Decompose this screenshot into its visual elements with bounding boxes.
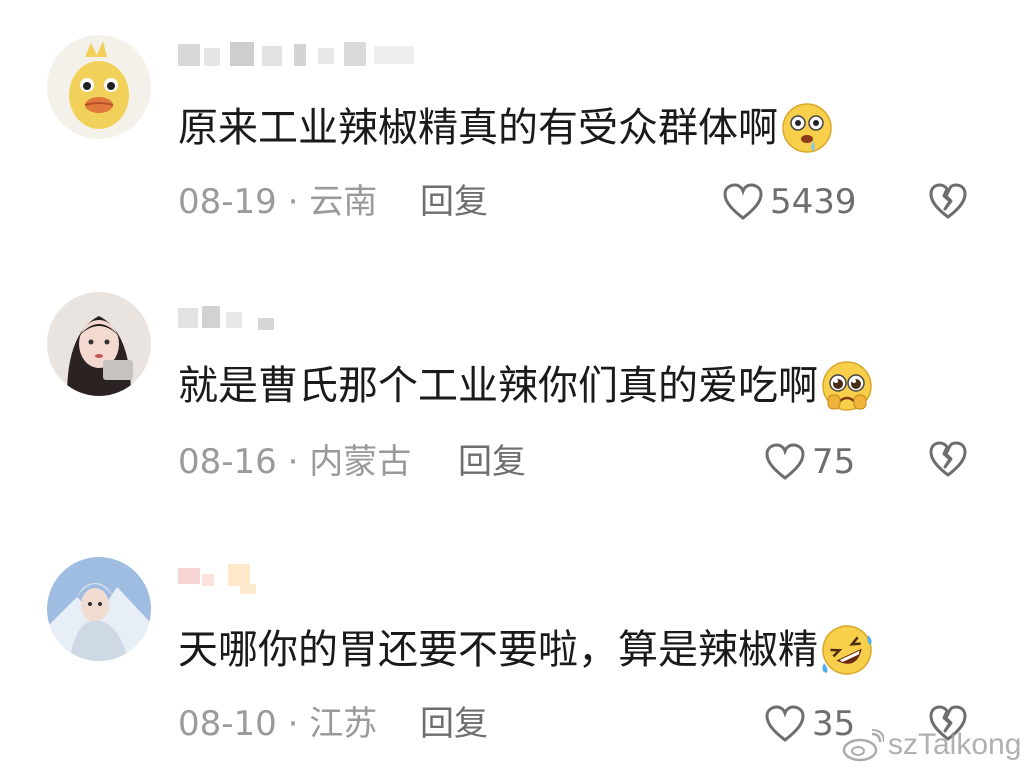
blurred-username[interactable] [178, 562, 298, 602]
reply-button[interactable]: 回复 [420, 702, 488, 746]
reply-button[interactable]: 回复 [458, 440, 526, 484]
reply-button[interactable]: 回复 [420, 180, 488, 224]
like-count: 5439 [770, 182, 857, 222]
blurred-username[interactable] [178, 302, 298, 342]
comment-meta: 08-19 · 云南 [178, 180, 377, 224]
heart-icon [723, 183, 763, 220]
comment-text: 原来工业辣椒精真的有受众群体啊 [178, 100, 834, 156]
girl-avatar-image [47, 292, 151, 396]
comment-item: 就是曹氏那个工业辣你们真的爱吃啊 08-16 · 内蒙古 回复 75 [0, 260, 1024, 520]
comment-text: 天哪你的胃还要不要啦，算是辣椒精 [178, 622, 874, 678]
comment-item: 原来工业辣椒精真的有受众群体啊 08-19 · 云南 回复 5439 [0, 0, 1024, 260]
weibo-watermark: szTalkong [842, 728, 1021, 762]
snow-costume-avatar-image [47, 557, 151, 661]
comment-text-content: 天哪你的胃还要不要啦，算是辣椒精 [178, 627, 818, 673]
chick-avatar-image [47, 35, 151, 139]
user-avatar[interactable] [47, 557, 151, 661]
user-avatar[interactable] [47, 35, 151, 139]
comment-meta: 08-16 · 内蒙古 [178, 440, 411, 484]
user-avatar[interactable] [47, 292, 151, 396]
comment-location: 江苏 [309, 704, 378, 744]
like-button[interactable]: 75 [764, 440, 855, 484]
heart-icon [765, 705, 805, 742]
dislike-button[interactable] [928, 440, 968, 480]
meta-separator: · [287, 704, 299, 744]
broken-heart-icon [929, 183, 967, 219]
comment-location: 云南 [309, 182, 378, 222]
like-button[interactable]: 5439 [722, 180, 857, 224]
comment-date: 08-10 [178, 704, 277, 744]
broken-heart-icon [929, 441, 967, 477]
comment-date: 08-16 [178, 442, 277, 482]
meta-separator: · [287, 442, 299, 482]
meta-separator: · [287, 182, 299, 222]
rolling-laughing-emoji [820, 623, 874, 677]
comment-location: 内蒙古 [309, 442, 412, 482]
heart-icon [765, 443, 805, 480]
dislike-button[interactable] [928, 182, 968, 222]
comment-date: 08-19 [178, 182, 277, 222]
like-count: 75 [812, 442, 856, 482]
blurred-username[interactable] [178, 38, 438, 78]
comment-text-content: 就是曹氏那个工业辣你们真的爱吃啊 [178, 363, 818, 409]
comment-meta: 08-10 · 江苏 [178, 702, 377, 746]
watermark-text: szTalkong [888, 728, 1022, 761]
comment-text: 就是曹氏那个工业辣你们真的爱吃啊 [178, 358, 874, 414]
pleading-face-emoji [820, 359, 874, 413]
drooling-face-emoji [780, 101, 834, 155]
weibo-logo-icon [842, 729, 884, 762]
comment-text-content: 原来工业辣椒精真的有受众群体啊 [178, 105, 778, 151]
